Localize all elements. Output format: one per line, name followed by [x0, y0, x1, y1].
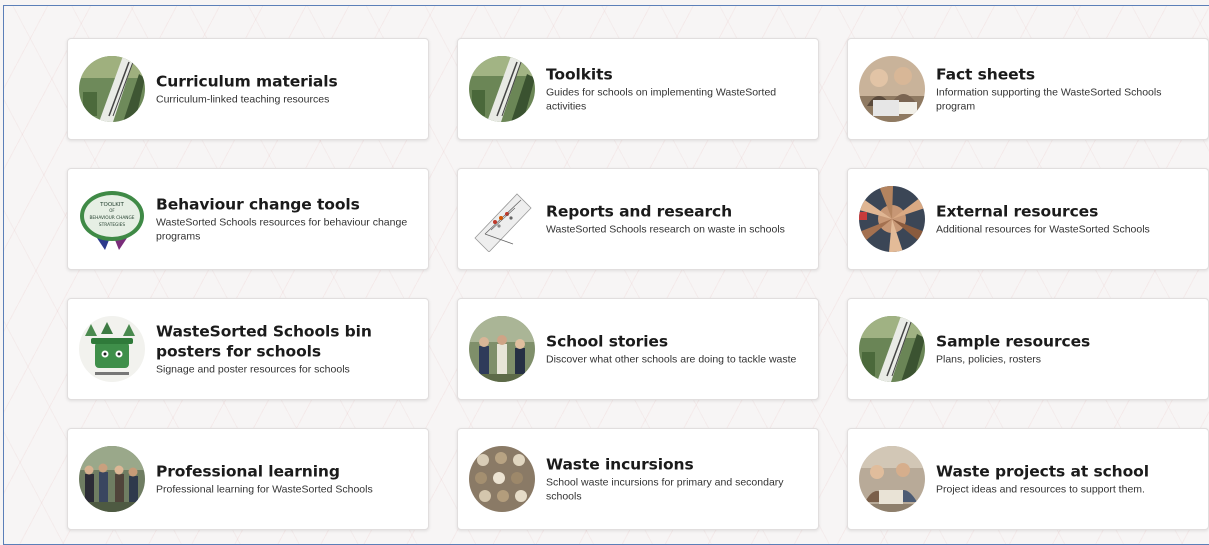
card-description: Discover what other schools are doing to…	[546, 353, 797, 366]
professional-learning-photo	[79, 446, 145, 512]
resource-grid: Curriculum materials Curriculum-linked t…	[3, 5, 1209, 545]
card-description: Additional resources for WasteSorted Sch…	[936, 223, 1150, 236]
curriculum-photo	[79, 56, 145, 122]
badge-line-2: OF	[109, 208, 115, 213]
card-title: Behaviour change tools	[156, 195, 360, 214]
card-description: Professional learning for WasteSorted Sc…	[156, 483, 373, 496]
card-title: Waste incursions	[546, 455, 694, 474]
card-behaviour-change-tools[interactable]: TOOLKIT OF BEHAVIOUR CHANGE STRATEGIES B…	[67, 168, 429, 270]
card-description: Information supporting the WasteSorted S…	[936, 86, 1162, 113]
card-reports-and-research[interactable]: Reports and research WasteSorted Schools…	[457, 168, 819, 270]
reports-chart-illustration	[469, 186, 535, 252]
waste-incursions-photo	[469, 446, 535, 512]
card-description: Guides for schools on implementing Waste…	[546, 86, 777, 113]
card-school-stories[interactable]: School stories Discover what other schoo…	[457, 298, 819, 400]
card-title: External resources	[936, 202, 1099, 221]
card-title: Curriculum materials	[156, 72, 338, 91]
card-description: WasteSorted Schools research on waste in…	[546, 223, 785, 236]
toolkits-photo	[469, 56, 535, 122]
card-description: Signage and poster resources for schools	[156, 363, 350, 376]
card-professional-learning[interactable]: Professional learning Professional learn…	[67, 428, 429, 530]
card-curriculum-materials[interactable]: Curriculum materials Curriculum-linked t…	[67, 38, 429, 140]
card-title: School stories	[546, 332, 668, 351]
card-sample-resources[interactable]: Sample resources Plans, policies, roster…	[847, 298, 1209, 400]
badge-line-3: BEHAVIOUR CHANGE	[89, 215, 134, 221]
card-description: Plans, policies, rosters	[936, 353, 1042, 366]
card-waste-incursions[interactable]: Waste incursions School waste incursions…	[457, 428, 819, 530]
card-title: Sample resources	[936, 332, 1091, 351]
card-description: Project ideas and resources to support t…	[936, 483, 1145, 496]
bin-poster-illustration	[79, 316, 145, 382]
external-hands-photo	[859, 186, 925, 252]
waste-projects-photo	[859, 446, 925, 512]
card-fact-sheets[interactable]: Fact sheets Information supporting the W…	[847, 38, 1209, 140]
fact-sheets-photo	[859, 56, 925, 122]
card-waste-projects[interactable]: Waste projects at school Project ideas a…	[847, 428, 1209, 530]
card-title: Professional learning	[156, 462, 340, 481]
card-title: Reports and research	[546, 202, 733, 221]
card-description: Curriculum-linked teaching resources	[156, 93, 330, 106]
card-external-resources[interactable]: External resources Additional resources …	[847, 168, 1209, 270]
card-title: WasteSorted Schools bin posters for scho…	[156, 322, 372, 361]
card-description: WasteSorted Schools resources for behavi…	[156, 216, 408, 243]
badge-line-4: STRATEGIES	[99, 222, 125, 228]
sample-resources-photo	[859, 316, 925, 382]
card-title: Toolkits	[546, 65, 613, 84]
card-title: Waste projects at school	[936, 462, 1149, 481]
card-toolkits[interactable]: Toolkits Guides for schools on implement…	[457, 38, 819, 140]
card-title: Fact sheets	[936, 65, 1035, 84]
card-bin-posters[interactable]: WasteSorted Schools bin posters for scho…	[67, 298, 429, 400]
school-stories-photo	[469, 316, 535, 382]
card-description: School waste incursions for primary and …	[546, 476, 784, 503]
behaviour-toolkit-badge: TOOLKIT OF BEHAVIOUR CHANGE STRATEGIES	[79, 186, 145, 252]
